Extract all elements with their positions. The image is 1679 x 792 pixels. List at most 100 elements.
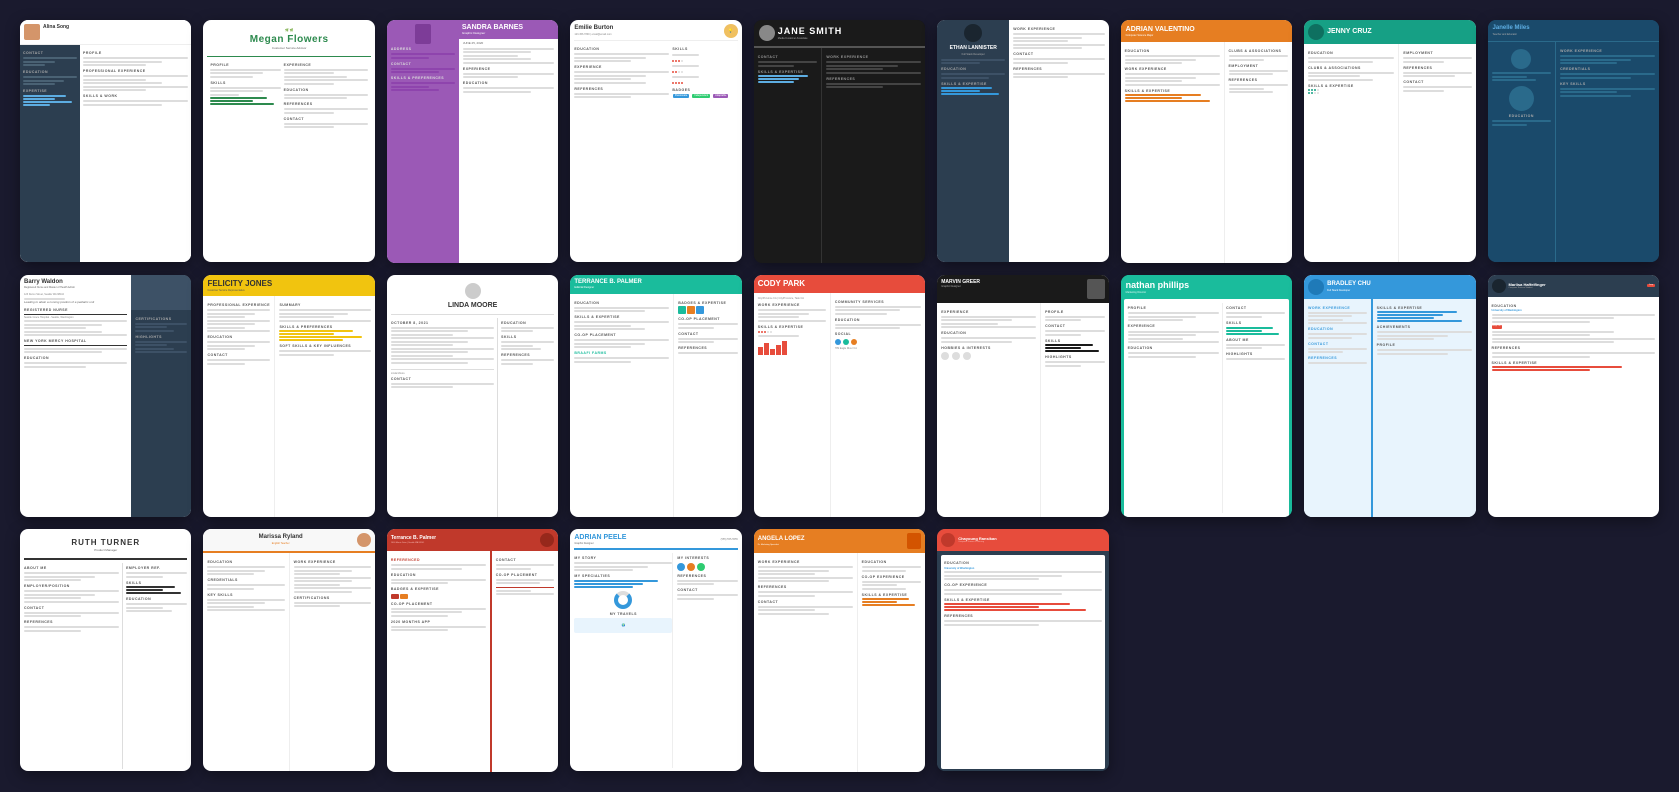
person-name: RUTH TURNER <box>26 538 185 548</box>
avatar <box>941 533 955 547</box>
cred-label: CREDENTIALS <box>1560 67 1655 72</box>
badge: Design Club <box>1492 325 1502 329</box>
soft-skills-label: SOFT SKILLS & KEY INFLUENCES <box>279 344 370 349</box>
social-label: SOCIAL <box>835 332 921 337</box>
resume-card-adrian-peele[interactable]: Adrian Peele Graphic Designer (555) 555-… <box>570 529 741 771</box>
exp-label: Experience <box>574 65 669 70</box>
edu-label: Education <box>574 47 669 52</box>
ref-label: REFERENCES <box>1229 78 1289 83</box>
resume-card-terrance-b-palmer-2[interactable]: Terrance B. Palmer 1600 Morris Drive | S… <box>387 529 558 772</box>
resume-card-megan-flowers[interactable]: 🌿 🌿 Megan Flowers Customer Service Advis… <box>203 20 374 262</box>
summary-label: SUMMARY <box>279 303 370 308</box>
skills-label: EXPERTISE <box>23 89 77 94</box>
resume-card-bradley-chu[interactable]: BRADLEY CHU Full Stack Developer WORK EX… <box>1304 275 1475 517</box>
skills-label: KEY SKILLS <box>207 593 284 598</box>
resume-card-sandra-barnes[interactable]: ADDRESS CONTACT SKILLS & PREFERENCES SAN… <box>387 20 558 263</box>
cred-label: CREDENTIALS <box>207 578 284 583</box>
resume-card-adrian-valentino[interactable]: ADRIAN VALENTINO Computer Science Major … <box>1121 20 1292 263</box>
cert-label: Certifications <box>135 317 187 322</box>
resume-card-alina-song[interactable]: Alina Song CONTACT EDUCATION EXPERTISE <box>20 20 191 262</box>
exp-label: Registered Nurse <box>24 308 127 315</box>
person-role: Computer Science & Nursing <box>958 541 996 544</box>
badge-icon <box>687 306 695 314</box>
edu-label: EDUCATION <box>1492 304 1655 309</box>
person-role: Graphic Designer <box>462 32 555 36</box>
skills-label: SKILLS <box>210 81 280 86</box>
map-placeholder: 🌍 <box>621 624 625 628</box>
employer-label: Employer/Position <box>24 584 119 589</box>
person-role: Media Customer Associate <box>778 37 843 40</box>
signature-area: Linda Moore <box>391 369 494 375</box>
edu-label: EDUCATION <box>1308 51 1394 56</box>
edu-label: EDUCATION <box>391 573 486 578</box>
edu-label: EDUCATION <box>207 560 284 565</box>
contact-label: CONTACT <box>1013 52 1104 57</box>
person-name: TERRANCE B. PALMER <box>574 279 737 287</box>
resume-card-janelle-miles[interactable]: Janelle Miles Teacher and Educator EDUCA… <box>1488 20 1659 262</box>
resume-card-felicity-jones[interactable]: FELICITY JONES Customer Service Represen… <box>203 275 374 517</box>
work-label: 2020 Months App <box>391 620 486 625</box>
hobby-icon <box>941 352 949 360</box>
person-role: Computer Science Student <box>1509 287 1546 290</box>
edu-label: EDUCATION <box>463 81 554 86</box>
avatar <box>465 283 481 299</box>
resume-card-ruth-turner[interactable]: RUTH TURNER Product Manager ABOUT ME Emp… <box>20 529 191 771</box>
edu2-label: EDUCATION <box>24 356 127 361</box>
resume-card-emilie-burton[interactable]: Emilie Burton 123.456.7890 | email@email… <box>570 20 741 262</box>
profile-label: PROFILE <box>83 51 188 56</box>
skills-label: SKILLS & EXPERTISE <box>574 315 669 320</box>
edu-label: EDUCATION <box>944 561 1101 566</box>
address: 1600 Morris Drive | Seattle WA 98101 <box>391 542 537 545</box>
education-label: EDUCATION <box>23 70 77 75</box>
hospital: Seattle Grace Hospital - Seattle, Washin… <box>24 316 127 319</box>
contact-label: CONTACT <box>207 353 270 358</box>
badge-icon <box>696 306 704 314</box>
school: University of Washington <box>1492 309 1655 312</box>
photo-area <box>131 275 191 310</box>
coop-label: CO-OP EXPERIENCE <box>862 575 922 580</box>
avatar <box>1308 279 1324 295</box>
person-role: Graphic Designer <box>941 285 1083 288</box>
resume-card-marissa-ryland[interactable]: Marissa Ryland English Teacher EDUCATION… <box>203 529 374 771</box>
avatar <box>1511 49 1531 69</box>
interests-label: MY INTERESTS <box>677 556 737 561</box>
hobby-icon <box>952 352 960 360</box>
work-label: SKILLS & WORK <box>83 94 188 99</box>
person-role: Teacher and Educator <box>1493 33 1654 36</box>
person-role: English Teacher <box>207 542 353 545</box>
resume-card-marlisa-haffelfinger[interactable]: Marlisa Haffelfinger Computer Science St… <box>1488 275 1659 517</box>
person-name: JANE SMITH <box>778 26 843 38</box>
resume-card-marvin-greer[interactable]: Marvin Greer Graphic Designer EXPERIENCE… <box>937 275 1108 517</box>
resume-card-ethan-lannister[interactable]: ETHAN LANNISTER Full Stack Developer EDU… <box>937 20 1108 262</box>
resume-card-chayoung-ransikan[interactable]: Chayoung Ransikan Computer Science & Nur… <box>937 529 1108 771</box>
resume-card-cody-park[interactable]: CODY PARK City/Province CA | City/Provin… <box>754 275 925 518</box>
resume-card-nathan-phillips[interactable]: nathan phillips Marketing Director PROFI… <box>1121 275 1292 518</box>
skills2-label: SKILLS & EXPERTISE <box>1492 361 1655 366</box>
resume-card-jane-smith[interactable]: JANE SMITH Media Customer Associate CONT… <box>754 20 925 263</box>
skills-label: SKILLS & EXPERTISE <box>862 593 922 598</box>
clubs-label: CLUBS & ASSOCIATIONS <box>1229 49 1289 54</box>
skills-label: SKILLS & EXPERTISE <box>1125 89 1220 94</box>
contact-label: CONTACT <box>24 606 119 611</box>
edu-label: EDUCATION <box>1125 49 1220 54</box>
cert-label: CERTIFICATIONS <box>294 596 371 601</box>
date-label: October 8, 2021 <box>391 321 494 326</box>
resume-card-jenny-cruz[interactable]: JENNY CRUZ EDUCATION CLUBS & ASSOCIATION… <box>1304 20 1475 262</box>
person-role: Full Stack Developer <box>941 53 1005 56</box>
work-label: WORK EXPERIENCE <box>1560 49 1655 54</box>
badge: Independent <box>692 94 710 98</box>
about-label: ABOUT ME <box>24 566 119 571</box>
resume-card-linda-moore[interactable]: LINDA MOORE October 8, 2021 Linda Mo <box>387 275 558 518</box>
story-label: MY STORY <box>574 556 672 561</box>
contact-info: 123.456.7890 | email@email.com <box>574 33 723 36</box>
resume-card-terrance-palmer[interactable]: TERRANCE B. PALMER Editorial Designer ED… <box>570 275 741 517</box>
resume-card-barry-waldon[interactable]: Barry Waldon Registered Nurse and Master… <box>20 275 191 517</box>
edu-label: EDUCATION <box>284 88 368 93</box>
photo <box>907 533 921 549</box>
address-label: ADDRESS <box>391 47 455 52</box>
person-name: Marissa Ryland <box>207 534 353 542</box>
coop2-label: CO-OP PLACEMENT <box>678 317 738 322</box>
person-name: Adrian Peele <box>574 533 717 542</box>
emp-ref-label: Employer Ref. <box>126 566 187 571</box>
resume-card-angela-lopez[interactable]: ANGELA LOPEZ Dr. Marketing Specialist WO… <box>754 529 925 772</box>
